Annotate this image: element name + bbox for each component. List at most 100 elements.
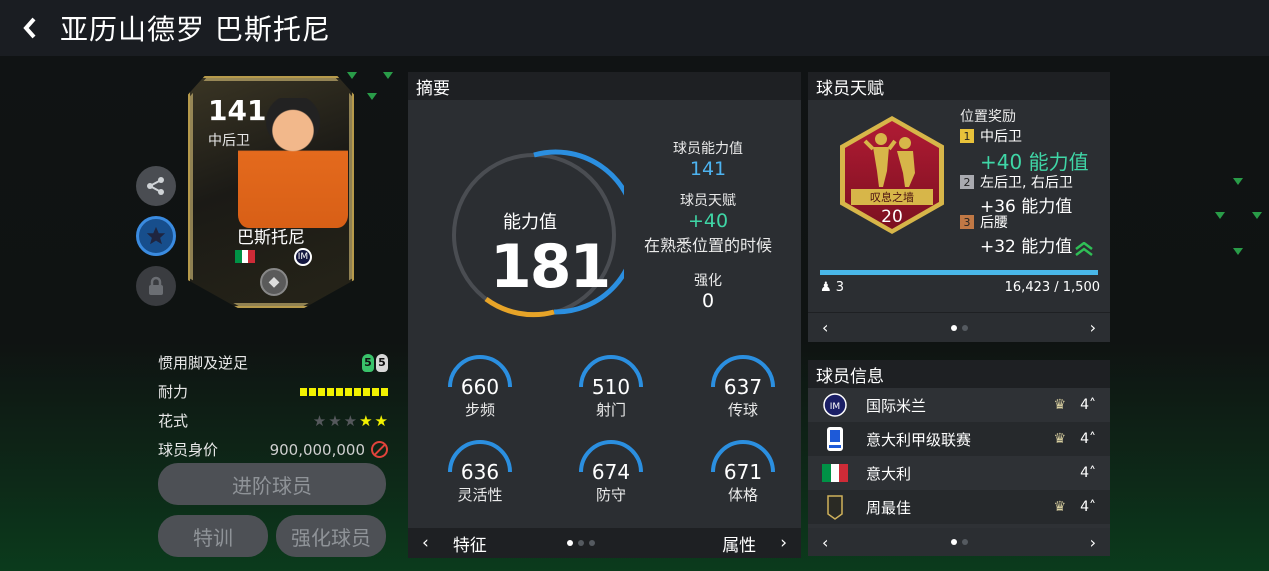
lock-icon [149,276,163,295]
talent-body: 叹息之墙 20 位置奖励 1 中后卫 +40 能力值 2 左后卫, 右后卫 +36 能力值… [808,100,1110,312]
player-rating-info: 球员能力值 141 [628,138,788,180]
training-button[interactable]: 特训 [158,515,268,557]
player-count-icon: ♟ [820,280,832,295]
talent-progress-meta: ♟ 3 16,423 / 1,500 [820,280,1100,295]
strong-foot-icon: 5 [362,353,374,372]
gauge-value: 181 [490,232,611,302]
sub-stat-label: 射门 [595,401,626,419]
position-bonus: 1 中后卫 +40 能力值 [960,126,1089,175]
share-icon [147,177,164,195]
sub-stat-label: 传球 [727,401,758,419]
team-of-the-week-icon [822,494,848,520]
talent-value: +40 [687,210,729,232]
summary-nav: ‹ 特征 属性 › [408,528,801,558]
talent-badge[interactable]: 叹息之墙 20 [840,116,944,234]
info-rating-value: 4 [1080,431,1089,447]
gem-icon: ◆ [260,268,288,296]
chemistry-icon: ♛ [1053,499,1067,515]
lock-button[interactable] [136,266,176,306]
talent-badge-level: 20 [881,207,903,227]
price-row: 球员身价 900,000,000 [158,435,388,464]
price-label: 球员身价 [158,441,219,459]
sub-stat-arc [711,355,775,388]
sub-stat-label: 防守 [595,486,626,504]
club-badge-icon: IM [294,248,312,266]
info-next-arrow-icon[interactable]: › [1090,533,1096,552]
page-title: 亚历山德罗 巴斯托尼 [60,13,331,46]
talent-next-arrow-icon[interactable]: › [1090,318,1096,337]
player-info-row[interactable]: IM 国际米兰 ♛ 4˄ [808,388,1110,422]
enhance-player-button[interactable]: 强化球员 [276,515,386,557]
player-info-row[interactable]: 意大利 4˄ [808,456,1110,490]
info-right: 4˄ [1080,465,1096,481]
bonus-value: +32 能力值 [980,237,1073,257]
top-bar: 亚历山德罗 巴斯托尼 [0,0,1269,56]
sub-stat-label: 体格 [727,486,758,504]
sub-stat: 637 传球 [703,355,783,420]
talent-progress-fill [820,270,1098,275]
summary-body: 能力值 181 球员能力值 141 球员天赋 +40 在熟悉位置的时候 强化 0… [408,100,801,528]
share-button[interactable] [136,166,176,206]
sub-stat: 510 射门 [571,355,651,420]
back-icon[interactable] [0,17,60,39]
foot-row: 惯用脚及逆足 5 5 [158,348,388,377]
talent-title: 球员天赋 [808,72,1110,100]
traits-tab[interactable]: 特征 [453,531,487,556]
decor-triangle [1215,212,1225,219]
sub-stat-label: 步频 [464,401,495,419]
enhance-value: 0 [701,290,715,312]
card-rating: 141 [208,94,267,127]
talent-progress-bar [820,270,1098,275]
player-info-rows: IM 国际米兰 ♛ 4˄ 意大利甲级联赛 ♛ 4˄ 意大利 4˄ 周最佳 ♛ 4˄ [808,388,1110,524]
gauge-label: 能力值 [503,212,557,233]
defenders-icon [863,133,915,187]
favorite-button[interactable] [136,216,176,256]
bonus-position: 后腰 [980,215,1008,231]
stamina-row: 耐力 [158,377,388,406]
price-value-group: 900,000,000 [270,441,388,459]
talent-badge-inner: 叹息之墙 20 [845,121,939,229]
info-prev-arrow-icon[interactable]: ‹ [822,533,828,552]
player-info-row[interactable]: 意大利甲级联赛 ♛ 4˄ [808,422,1110,456]
decor-triangle [1233,178,1243,185]
info-rating: 4˄ [1080,499,1096,515]
page-dots [566,540,595,546]
talent-badge-name: 叹息之墙 [851,189,933,205]
player-card[interactable]: 141 中后卫 巴斯托尼 IM ◆ [188,76,354,308]
player-info-row[interactable]: 周最佳 ♛ 4˄ [808,490,1110,524]
info-name: 国际米兰 [866,396,927,415]
bonus-rank: 3 [960,215,974,229]
star-icon: ★ [359,411,373,430]
advance-player-button[interactable]: 进阶球员 [158,463,386,505]
sub-stat-arc [448,355,512,388]
decor-triangle [1233,248,1243,255]
position-bonus: 3 后腰 +32 能力值 [960,212,1072,257]
bonus-position-row: 3 后腰 [960,212,1072,232]
italy-flag-icon [822,460,848,486]
talent-panel: 球员天赋 叹息之墙 20 位置奖励 1 中后卫 +40 能力值 2 左后卫, 右后卫 +3… [808,72,1110,342]
talent-prev-arrow-icon[interactable]: ‹ [822,318,828,337]
next-arrow-icon[interactable]: › [780,533,787,553]
talent-progress-text: 16,423 / 1,500 [1004,280,1100,295]
weak-foot-icon: 5 [376,353,388,372]
info-rating-value: 4 [1080,465,1089,481]
info-rating-value: 4 [1080,397,1089,413]
star-icon: ★ [312,411,327,430]
decor-triangle [367,93,377,100]
prev-arrow-icon[interactable]: ‹ [422,533,429,553]
talent-info: 球员天赋 +40 在熟悉位置的时候 [628,190,788,256]
sub-stat-label: 灵活性 [457,486,503,504]
info-nav: ‹ › [808,528,1110,556]
player-info-title: 球员信息 [808,360,1110,388]
sub-stat-arc [448,440,512,473]
talent-nav: ‹ › [808,312,1110,342]
info-right: ♛ 4˄ [1054,499,1096,515]
info-name: 意大利 [866,464,912,483]
star-icon [146,226,166,245]
bonus-position: 左后卫, 右后卫 [980,175,1073,191]
info-page-dots [950,539,968,545]
sub-stat: 674 防守 [571,440,651,505]
attributes-tab[interactable]: 属性 [722,531,756,556]
bonus-rank: 2 [960,175,974,189]
enhance-label: 强化 [694,273,722,289]
